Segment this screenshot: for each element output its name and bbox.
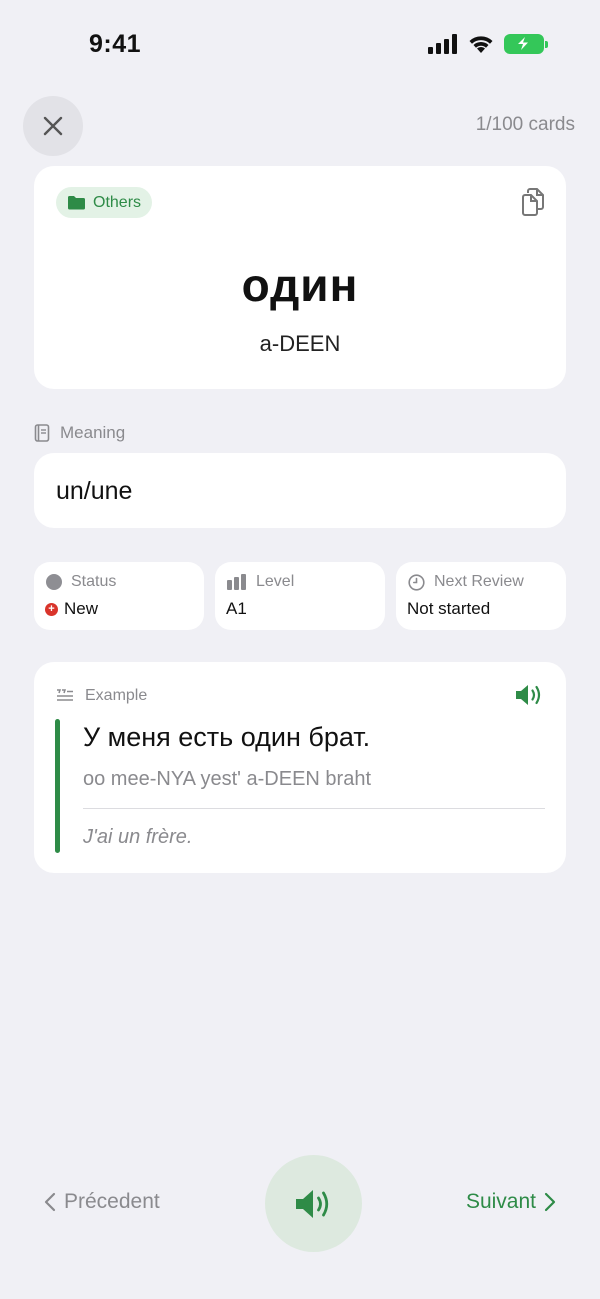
level-card: Level A1 <box>215 562 385 630</box>
speaker-icon <box>295 1189 328 1218</box>
meaning-card: un/une <box>34 453 566 528</box>
close-icon <box>43 116 63 136</box>
play-audio-button[interactable] <box>265 1155 362 1252</box>
word-card: Others один a-DEEN <box>34 166 566 389</box>
status-circle-icon <box>46 574 62 590</box>
card-counter: 1/100 cards <box>475 114 575 135</box>
level-label: Level <box>256 573 295 590</box>
example-card: Example У меня есть один брат. oo mee-NY… <box>34 662 566 873</box>
meaning-text: un/une <box>56 477 133 505</box>
close-button[interactable] <box>23 96 83 156</box>
example-label: Example <box>85 687 148 704</box>
previous-label: Précedent <box>64 1190 160 1213</box>
copy-icon[interactable] <box>520 188 546 216</box>
next-review-value-row: Not started <box>407 599 490 619</box>
next-label: Suivant <box>465 1190 536 1213</box>
status-card: Status + New <box>34 562 204 630</box>
book-icon <box>34 424 50 442</box>
next-review-header: Next Review <box>408 573 524 591</box>
level-header: Level <box>227 573 294 591</box>
example-divider <box>83 808 545 809</box>
quote-icon <box>57 689 73 701</box>
level-value: A1 <box>226 599 247 618</box>
level-value-row: A1 <box>226 599 247 619</box>
battery-icon <box>504 33 548 54</box>
chevron-right-icon <box>544 1192 556 1212</box>
meaning-label-text: Meaning <box>60 423 126 442</box>
status-time: 9:41 <box>89 30 142 58</box>
example-transliteration: oo mee-NYA yest' a-DEEN braht <box>83 768 372 790</box>
next-review-value: Not started <box>407 599 491 618</box>
next-button[interactable]: Suivant <box>466 1190 556 1214</box>
status-icons <box>428 33 548 54</box>
wifi-icon <box>469 36 493 53</box>
next-review-label: Next Review <box>434 573 524 590</box>
clock-icon <box>408 573 425 591</box>
example-header: Example <box>56 687 147 705</box>
category-tag[interactable]: Others <box>56 187 153 218</box>
meaning-section-label: Meaning <box>34 423 125 443</box>
status-label: Status <box>71 573 117 590</box>
new-badge-icon: + <box>45 602 58 616</box>
folder-icon <box>68 196 85 210</box>
category-tag-label: Others <box>93 193 142 211</box>
status-header: Status <box>46 573 116 591</box>
speaker-icon[interactable] <box>514 682 544 708</box>
cellular-signal-icon <box>428 33 457 54</box>
flashcard-screen: 9:41 1/100 cards Others один a-DEEN Mean… <box>0 0 600 1299</box>
level-bars-icon <box>227 574 246 590</box>
chevron-left-icon <box>44 1192 56 1212</box>
example-translation: J'ai un frère. <box>83 826 193 848</box>
example-accent-bar <box>55 719 60 853</box>
next-review-card: Next Review Not started <box>396 562 566 630</box>
status-value: New <box>64 599 99 618</box>
word-transliteration: a-DEEN <box>259 331 341 356</box>
target-word: один <box>241 259 359 311</box>
example-sentence: У меня есть один брат. <box>83 722 371 752</box>
status-value-row: + New <box>45 599 98 619</box>
previous-button[interactable]: Précedent <box>44 1190 160 1214</box>
